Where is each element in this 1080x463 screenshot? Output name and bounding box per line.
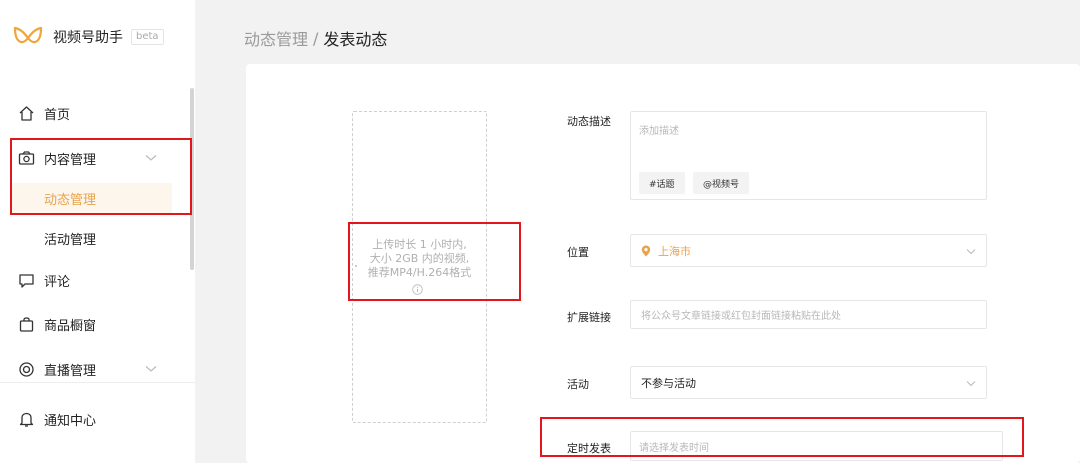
sidebar: 视频号助手 beta 首页 内容管理 动态管理 活动管理 评论 商品橱窗 直播管… [0,0,195,463]
sidebar-item-live-management[interactable]: 直播管理 [0,354,188,384]
app-name: 视频号助手 [53,30,123,46]
upload-hint-line: 上传时长 1 小时内, [372,238,467,251]
sidebar-item-label: 直播管理 [44,363,97,379]
upload-hint-line: 大小 2GB 内的视频, [369,252,470,265]
shopping-bag-icon [19,316,34,332]
schedule-placeholder: 请选择发表时间 [639,442,709,454]
upload-hint: 上传时长 1 小时内, 大小 2GB 内的视频, 推荐MP4/H.264格式 [353,238,486,280]
sidebar-item-post-management[interactable]: 动态管理 [10,183,172,213]
sidebar-divider [0,382,195,383]
location-label: 位置 [567,246,589,259]
upload-hint-line: 推荐MP4/H.264格式 [367,266,472,279]
beta-badge: beta [131,29,164,45]
sidebar-item-label: 通知中心 [44,413,97,429]
sidebar-item-home[interactable]: 首页 [0,98,188,128]
sidebar-item-label: 活动管理 [44,232,97,248]
sidebar-item-notifications[interactable]: 通知中心 [0,404,188,434]
logo-icon [13,26,43,44]
link-label: 扩展链接 [567,311,611,324]
comment-icon [19,273,34,288]
chevron-down-icon [145,155,157,161]
bell-icon [19,412,34,427]
app-logo[interactable]: 视频号助手 beta [13,24,164,50]
chevron-down-icon [966,249,976,255]
home-icon [19,105,34,121]
activity-select[interactable]: 不参与活动 [630,366,987,399]
camera-icon [18,150,35,165]
live-icon [19,361,34,377]
activity-label: 活动 [567,378,589,391]
sidebar-item-label: 商品橱窗 [44,318,97,334]
page-title: 发表动态 [323,30,388,49]
sidebar-item-shop-window[interactable]: 商品橱窗 [0,309,188,339]
info-icon[interactable] [412,284,423,295]
description-placeholder: 添加描述 [639,126,679,137]
sidebar-item-label: 内容管理 [44,152,97,168]
breadcrumb-separator: / [313,28,319,48]
schedule-label: 定时发表 [567,442,611,455]
sidebar-item-label: 评论 [44,274,71,290]
chevron-down-icon [145,366,157,372]
description-label: 动态描述 [567,115,611,128]
sidebar-item-label: 首页 [44,107,71,123]
location-pin-icon [641,245,651,256]
link-placeholder: 将公众号文章链接或红包封面链接粘贴在此处 [641,311,841,322]
sidebar-item-label: 动态管理 [44,192,97,208]
description-input[interactable]: 添加描述 #话题 @视频号 [630,111,987,200]
location-value: 上海市 [658,244,691,258]
sidebar-item-activity-management[interactable]: 活动管理 [10,223,172,253]
schedule-time-input[interactable]: 请选择发表时间 [630,431,1003,461]
topic-button[interactable]: #话题 [639,172,685,194]
sidebar-scrollbar[interactable] [190,88,194,270]
mention-button[interactable]: @视频号 [693,172,750,194]
video-upload-area[interactable]: 上传时长 1 小时内, 大小 2GB 内的视频, 推荐MP4/H.264格式 [352,111,487,423]
breadcrumb-parent[interactable]: 动态管理 [244,26,308,50]
chevron-down-icon [966,381,976,387]
breadcrumb: 动态管理 / 发表动态 [244,26,387,50]
location-select[interactable]: 上海市 [630,234,987,267]
link-input[interactable]: 将公众号文章链接或红包封面链接粘贴在此处 [630,300,987,329]
activity-value: 不参与活动 [641,376,696,390]
sidebar-item-content-management[interactable]: 内容管理 [0,143,188,173]
sidebar-item-comments[interactable]: 评论 [0,265,188,295]
